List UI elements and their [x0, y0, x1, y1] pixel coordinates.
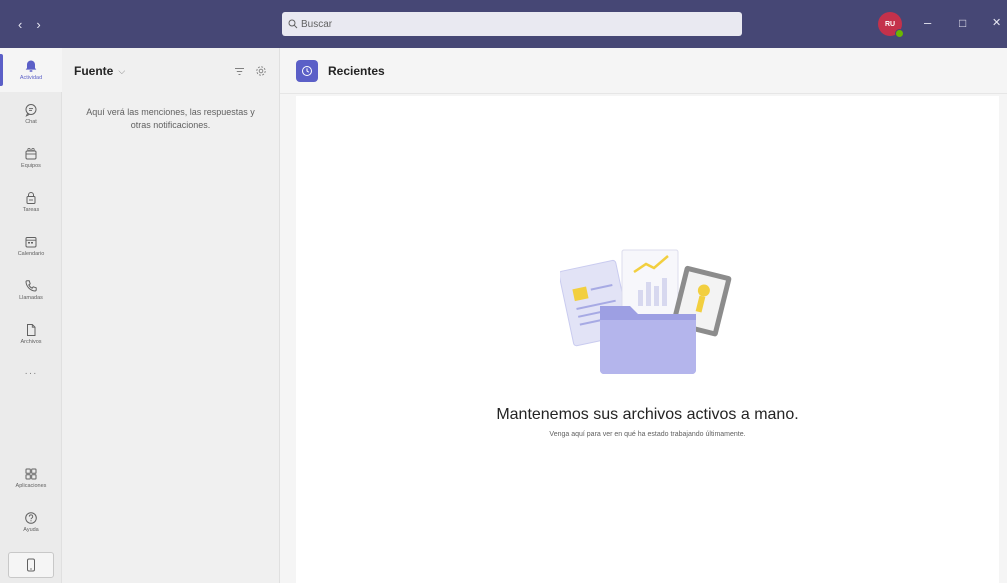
main-content: Mantenemos sus archivos activos a mano. …	[296, 96, 999, 583]
help-icon	[25, 512, 37, 524]
rail-item-label: Tareas	[22, 207, 40, 213]
filter-icon[interactable]	[234, 66, 245, 77]
rail-item-calendar[interactable]: Calendario	[0, 224, 62, 268]
rail-item-label: Aplicaciones	[15, 483, 47, 489]
recent-badge	[296, 59, 318, 82]
main-header: Recientes	[280, 48, 1007, 94]
calendar-icon	[25, 237, 37, 248]
feed-dropdown[interactable]: Fuente ⌵	[74, 64, 125, 78]
close-button[interactable]: ✕	[992, 15, 1001, 31]
maximize-button[interactable]: □	[959, 15, 966, 31]
forward-button[interactable]: ›	[36, 17, 40, 32]
device-button[interactable]	[8, 552, 54, 578]
presence-available-icon	[895, 29, 904, 38]
pane-title: Fuente	[74, 64, 114, 78]
teams-icon	[25, 147, 37, 160]
chevron-down-icon: ⌵	[118, 65, 126, 76]
rail-item-activity[interactable]: Actividad	[0, 48, 62, 92]
feed-empty-message: Aquí verá las menciones, las respuestas …	[86, 107, 255, 130]
avatar[interactable]: RU	[878, 12, 904, 38]
more-apps-button[interactable]: ···	[0, 368, 62, 379]
rail-item-teams[interactable]: Equipos	[0, 136, 62, 180]
rail-item-label: Chat	[25, 119, 37, 125]
tasks-icon	[26, 192, 36, 204]
rail-item-files[interactable]: Archivos	[0, 312, 62, 356]
clock-icon	[302, 65, 312, 76]
rail-item-label: Equipos	[21, 163, 41, 169]
rail-item-label: Calendario	[17, 251, 45, 257]
title-bar: ‹ › Buscar RU – □ ✕	[0, 0, 1007, 48]
back-button[interactable]: ‹	[18, 17, 22, 32]
rail-item-tasks[interactable]: Tareas	[0, 180, 62, 224]
file-icon	[27, 324, 36, 336]
app-rail: Actividad Chat Equipos Tareas Calendario…	[0, 48, 62, 583]
rail-item-label: Actividad	[19, 75, 43, 81]
rail-item-label: Ayuda	[23, 527, 39, 533]
rail-item-apps[interactable]: Aplicaciones	[0, 456, 62, 500]
page-title: Recientes	[328, 63, 385, 78]
empty-state-subtitle: Venga aquí para ver en qué ha estado tra…	[549, 431, 746, 438]
minimize-button[interactable]: –	[924, 15, 931, 31]
empty-state-title: Mantenemos sus archivos activos a mano.	[496, 406, 799, 423]
mobile-device-icon	[27, 558, 35, 572]
search-icon	[288, 19, 298, 29]
pane-header: Fuente ⌵	[62, 48, 279, 94]
bell-icon	[25, 60, 37, 72]
phone-icon	[25, 280, 37, 292]
rail-item-help[interactable]: Ayuda	[0, 500, 62, 544]
history-nav: ‹ ›	[0, 17, 60, 32]
gear-icon[interactable]	[255, 65, 267, 77]
rail-item-chat[interactable]: Chat	[0, 92, 62, 136]
chat-icon	[25, 104, 37, 117]
search-input[interactable]: Buscar	[282, 12, 742, 36]
search-placeholder: Buscar	[301, 18, 333, 30]
pane-tools	[234, 65, 267, 77]
avatar-initials: RU	[884, 20, 896, 28]
rail-item-label: Llamadas	[19, 295, 43, 301]
rail-item-calls[interactable]: Llamadas	[0, 268, 62, 312]
activity-pane: Fuente ⌵ Aquí verá las menciones, las re…	[62, 48, 280, 583]
rail-item-label: Archivos	[20, 339, 42, 345]
files-illustration	[560, 249, 732, 374]
apps-icon	[25, 468, 37, 480]
